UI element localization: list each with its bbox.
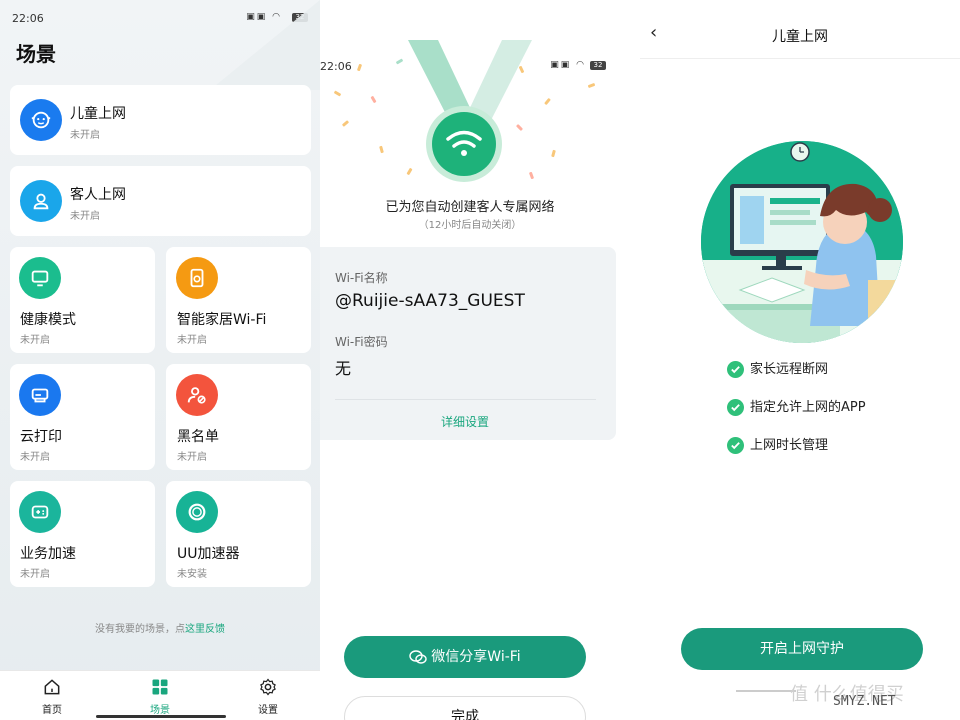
monitor-icon bbox=[19, 257, 61, 299]
header-divider bbox=[640, 58, 960, 59]
done-button[interactable]: 完成 bbox=[344, 696, 586, 720]
battery-icon: 32 bbox=[590, 61, 606, 70]
wifi-name-value: @Ruijie-sAA73_GUEST bbox=[335, 291, 525, 311]
feedback-text: 没有我要的场景，点 bbox=[95, 624, 185, 635]
scene-status: 未开启 bbox=[20, 569, 50, 580]
gear-icon bbox=[260, 678, 276, 696]
feature-label: 上网时长管理 bbox=[750, 438, 829, 453]
scene-label: 客人上网 bbox=[70, 187, 126, 203]
wifi-password-value: 无 bbox=[335, 359, 352, 378]
check-icon bbox=[727, 437, 744, 454]
feature-item: 指定允许上网的APP bbox=[727, 396, 866, 416]
feedback-link[interactable]: 这里反馈 bbox=[185, 624, 225, 635]
wifi-password-label: Wi-Fi密码 bbox=[335, 335, 388, 349]
gamepad-icon bbox=[19, 491, 61, 533]
feature-item: 家长远程断网 bbox=[727, 358, 828, 378]
blocked-user-icon bbox=[176, 374, 218, 416]
scene-card-guest[interactable]: 客人上网 未开启 bbox=[10, 166, 311, 236]
scene-card-blacklist[interactable]: 黑名单 未开启 bbox=[166, 364, 311, 470]
wifi-name-label: Wi-Fi名称 bbox=[335, 271, 388, 285]
feature-label: 家长远程断网 bbox=[750, 362, 829, 377]
divider bbox=[335, 399, 596, 400]
guest-headline: 已为您自动创建客人专属网络 bbox=[385, 200, 555, 215]
scene-card-smart-home[interactable]: 智能家居Wi-Fi 未开启 bbox=[166, 247, 311, 353]
check-icon bbox=[727, 361, 744, 378]
scene-label: 业务加速 bbox=[20, 546, 76, 562]
scene-status: 未安装 bbox=[177, 569, 207, 580]
detail-settings-link[interactable]: 详细设置 bbox=[320, 413, 610, 430]
confetti bbox=[370, 95, 377, 104]
tab-home[interactable]: 首页 bbox=[22, 677, 82, 716]
grid-icon bbox=[152, 679, 168, 695]
scene-card-child[interactable]: 儿童上网 未开启 bbox=[10, 85, 311, 155]
scene-label: 云打印 bbox=[20, 429, 62, 445]
medal-illustration bbox=[408, 40, 532, 182]
tab-settings[interactable]: 设置 bbox=[238, 677, 298, 716]
page-title: 场景 bbox=[16, 42, 56, 66]
scenes-screen: 22:06 ▣▣ ◠ 32 场景 儿童上网 未开启 客人上网 未开启 健康模式 … bbox=[0, 0, 320, 720]
tab-scenes[interactable]: 场景 bbox=[130, 677, 190, 716]
tab-label: 首页 bbox=[42, 705, 62, 716]
page-title: 儿童上网 bbox=[772, 29, 828, 45]
guest-user-icon bbox=[20, 180, 62, 222]
printer-icon bbox=[19, 374, 61, 416]
check-icon bbox=[727, 399, 744, 416]
scene-label: 健康模式 bbox=[20, 312, 76, 328]
scene-card-acceleration[interactable]: 业务加速 未开启 bbox=[10, 481, 155, 587]
feedback-line: 没有我要的场景，点这里反馈 bbox=[0, 620, 320, 635]
enable-protection-button[interactable]: 开启上网守护 bbox=[681, 628, 923, 670]
confetti bbox=[587, 82, 596, 89]
watermark-site: SMYZ.NET bbox=[833, 694, 896, 709]
wifi-info-card: Wi-Fi名称 @Ruijie-sAA73_GUEST Wi-Fi密码 无 详细… bbox=[320, 247, 616, 440]
guest-network-screen: 22:06 ▣▣ ◠ 32 已为您自动创建客人专属网络 （12小时后自动关闭） … bbox=[320, 0, 620, 720]
scene-status: 未开启 bbox=[20, 335, 50, 346]
uu-accelerator-icon bbox=[176, 491, 218, 533]
tab-label: 设置 bbox=[258, 705, 278, 716]
wechat-share-label: 微信分享Wi-Fi bbox=[431, 649, 521, 665]
child-face-icon bbox=[20, 99, 62, 141]
wechat-share-button[interactable]: 微信分享Wi-Fi bbox=[344, 636, 586, 678]
confetti bbox=[333, 90, 342, 97]
child-study-illustration bbox=[701, 141, 903, 343]
scene-label: UU加速器 bbox=[177, 546, 240, 562]
home-icon bbox=[44, 679, 60, 695]
status-time: 22:06 bbox=[12, 12, 44, 25]
feature-item: 上网时长管理 bbox=[727, 434, 828, 454]
feature-label: 指定允许上网的APP bbox=[750, 400, 866, 415]
guest-subline: （12小时后自动关闭） bbox=[418, 220, 522, 231]
scene-label: 儿童上网 bbox=[70, 106, 126, 122]
scene-status: 未开启 bbox=[20, 452, 50, 463]
scene-label: 黑名单 bbox=[177, 429, 219, 445]
status-time: 22:06 bbox=[320, 60, 352, 73]
scene-card-health[interactable]: 健康模式 未开启 bbox=[10, 247, 155, 353]
scene-status: 未开启 bbox=[70, 211, 100, 222]
scene-label: 智能家居Wi-Fi bbox=[177, 312, 267, 328]
scene-status: 未开启 bbox=[177, 335, 207, 346]
child-network-screen: ‹ 儿童上网 家长远程断网 指定允许上网的APP 上网时长管理 开启上网守护 值… bbox=[640, 0, 960, 720]
bottom-tab-bar: 首页 场景 设置 bbox=[0, 670, 320, 720]
scene-card-uu-accelerator[interactable]: UU加速器 未安装 bbox=[166, 481, 311, 587]
home-indicator bbox=[96, 715, 226, 718]
scene-card-cloud-print[interactable]: 云打印 未开启 bbox=[10, 364, 155, 470]
scene-status: 未开启 bbox=[177, 452, 207, 463]
wechat-icon bbox=[409, 650, 427, 664]
scene-status: 未开启 bbox=[70, 130, 100, 141]
confetti bbox=[341, 120, 350, 127]
smart-home-icon bbox=[176, 257, 218, 299]
